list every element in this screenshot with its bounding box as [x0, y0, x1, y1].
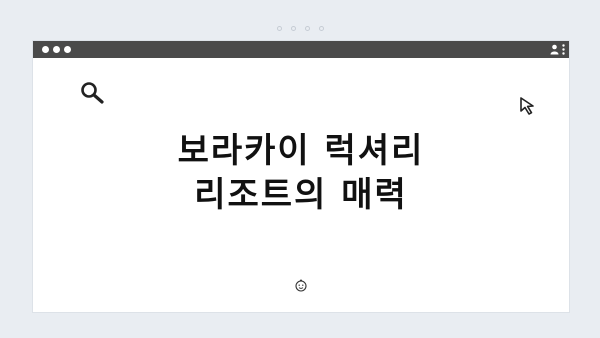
close-dot[interactable] [42, 46, 49, 53]
user-icon[interactable] [550, 44, 559, 55]
cursor-arrow-icon [519, 96, 539, 120]
page: 보라카이 럭셔리 리조트의 매력 [0, 0, 600, 338]
maximize-dot[interactable] [64, 46, 71, 53]
headline: 보라카이 럭셔리 리조트의 매력 [33, 129, 569, 217]
page-dot[interactable] [276, 26, 282, 31]
page-indicator-dots [0, 26, 600, 31]
smiley-face-icon [294, 278, 308, 298]
kebab-menu-icon[interactable] [562, 44, 565, 55]
window-controls [42, 46, 71, 53]
browser-window: 보라카이 럭셔리 리조트의 매력 [33, 41, 569, 312]
search-icon[interactable] [80, 81, 106, 109]
window-titlebar [33, 41, 569, 58]
headline-line-1: 보라카이 럭셔리 [177, 131, 425, 171]
page-dot[interactable] [318, 26, 324, 31]
headline-line-2: 리조트의 매력 [194, 175, 408, 215]
titlebar-actions [550, 43, 565, 56]
page-dot[interactable] [290, 26, 296, 31]
minimize-dot[interactable] [53, 46, 60, 53]
page-dot[interactable] [304, 26, 310, 31]
